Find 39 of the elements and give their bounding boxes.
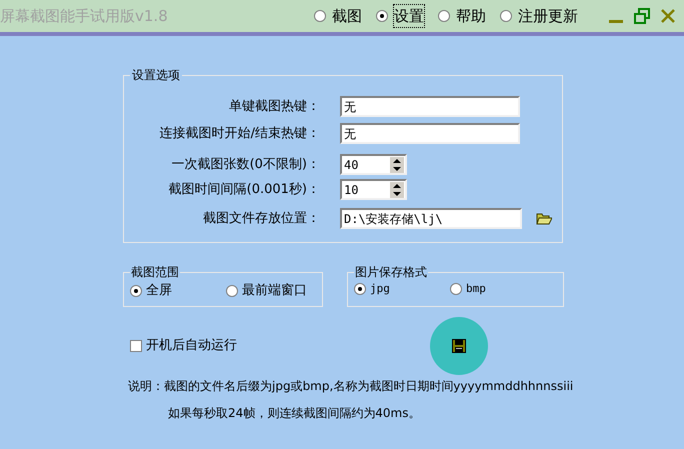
field-label: 一次截图张数(0不限制)： bbox=[170, 156, 320, 174]
checkbox-label: 开机后自动运行 bbox=[146, 337, 237, 356]
radio-tab[interactable]: 设置 bbox=[376, 4, 424, 28]
window-title: 屏幕截图能手试用版v1.8 bbox=[0, 6, 168, 27]
radio-option[interactable]: 最前端窗口 bbox=[226, 281, 307, 300]
spin-arrows-icon[interactable] bbox=[390, 156, 404, 172]
field-label: 截图时间间隔(0.001秒)： bbox=[168, 180, 320, 199]
field-label: 连接截图时开始/结束热键： bbox=[158, 124, 320, 143]
checkbox[interactable] bbox=[130, 340, 142, 352]
radio-option[interactable]: 全屏 bbox=[130, 281, 226, 300]
close-icon[interactable] bbox=[660, 8, 676, 24]
input-field[interactable]: 无 bbox=[340, 123, 520, 144]
spin-arrows-icon[interactable] bbox=[390, 182, 404, 198]
radio-button[interactable] bbox=[354, 283, 366, 296]
group-title: 截图范围 bbox=[130, 264, 180, 281]
radio-option[interactable]: jpg bbox=[354, 281, 450, 298]
folder-icon[interactable] bbox=[536, 212, 552, 225]
input-field[interactable]: D:\安装存储\lj\ bbox=[340, 208, 522, 229]
note-text: 如果每秒取24帧，则连续截图间隔约为40ms。 bbox=[168, 405, 422, 422]
radio-button[interactable] bbox=[438, 10, 450, 22]
field-label: 截图文件存放位置： bbox=[202, 210, 320, 228]
radio-tab[interactable]: 帮助 bbox=[438, 4, 486, 28]
radio-button[interactable] bbox=[376, 10, 388, 22]
radio-button[interactable] bbox=[450, 283, 462, 296]
spin-field[interactable]: 40 bbox=[340, 154, 407, 175]
field-label: 单键截图热键： bbox=[228, 98, 320, 116]
radio-tab[interactable]: 截图 bbox=[314, 4, 362, 28]
radio-button[interactable] bbox=[314, 10, 326, 22]
radio-button[interactable] bbox=[226, 284, 238, 297]
group-title: 图片保存格式 bbox=[354, 264, 428, 281]
radio-option[interactable]: bmp bbox=[450, 281, 486, 298]
input-field[interactable]: 无 bbox=[340, 96, 520, 117]
spin-field[interactable]: 10 bbox=[340, 179, 407, 200]
radio-button[interactable] bbox=[500, 10, 512, 22]
note-text: 说明：截图的文件名后缀为jpg或bmp,名称为截图时日期时间yyyymmddhhnnssiii bbox=[128, 378, 574, 395]
restore-icon[interactable] bbox=[634, 8, 650, 24]
radio-tab[interactable]: 注册更新 bbox=[500, 4, 578, 28]
radio-button[interactable] bbox=[130, 284, 142, 297]
group-title: 设置选项 bbox=[131, 67, 181, 84]
